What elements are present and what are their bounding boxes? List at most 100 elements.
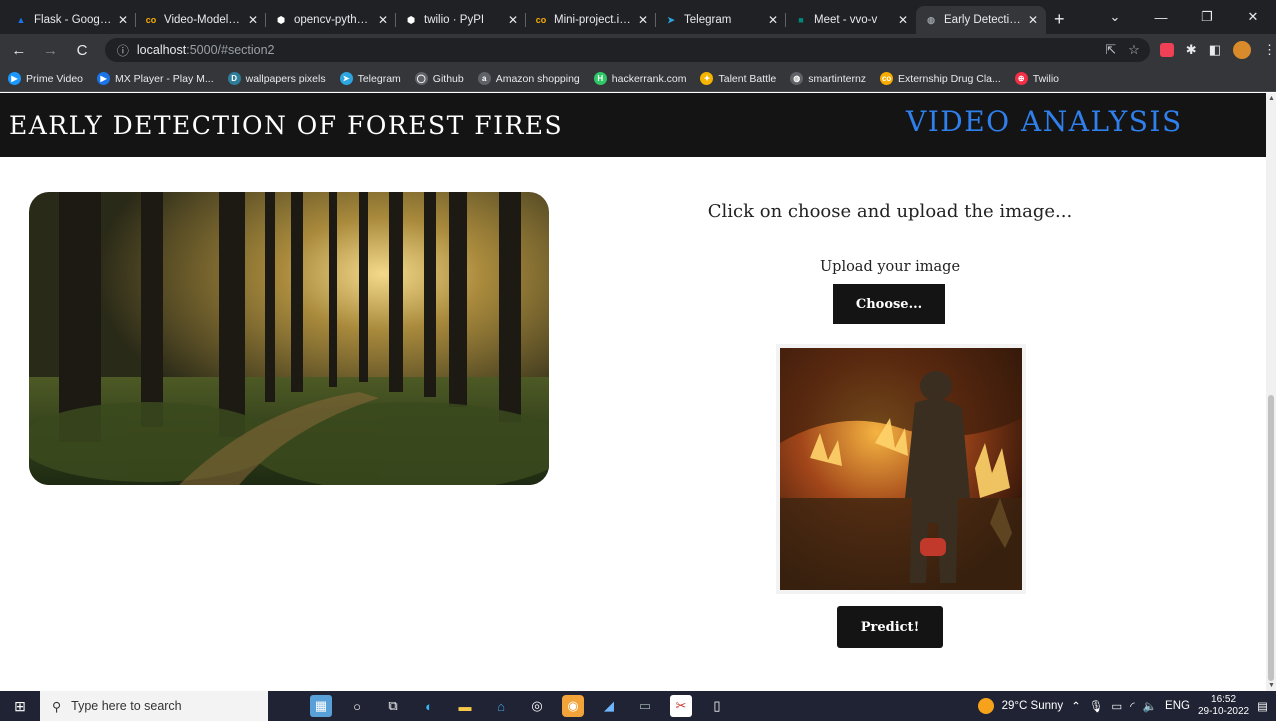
dell-icon[interactable]: ◎ [526,695,548,717]
snipping-tool-icon[interactable]: ✂ [670,695,692,717]
store-icon[interactable]: ⌂ [490,695,512,717]
close-tab-icon[interactable]: ✕ [248,13,258,27]
bookmark-item[interactable]: ◯ Github [414,72,464,85]
scroll-down-arrow-icon[interactable]: ▼ [1268,682,1275,689]
edge-icon[interactable]: ◐ [418,695,440,717]
browser-tab-label: Telegram [684,14,732,26]
bookmark-item[interactable]: ➤ Telegram [339,72,401,85]
widgets-icon[interactable]: ▦ [310,695,332,717]
share-icon[interactable]: ⇱ [1105,42,1116,58]
browser-menu-icon[interactable]: ⋮ [1263,42,1276,58]
browser-tab[interactable]: ▲ Flask - Google Dr ✕ [6,6,136,34]
windows-start-icon[interactable]: ⊞ [0,698,40,715]
bookmarks-bar: ▶ Prime Video ▶ MX Player - Play M... Dwallp… [0,66,1276,92]
bookmark-label: hackerrank.com [611,72,687,85]
bookmark-item[interactable]: ▶ Prime Video [8,72,83,85]
pypi-icon: ⬢ [277,14,285,25]
twilio-icon: ⊕ [1014,72,1028,85]
close-tab-icon[interactable]: ✕ [378,13,388,27]
github-icon: ◯ [414,72,428,85]
minimize-button[interactable]: — [1138,10,1184,25]
uploaded-image-preview [776,344,1026,594]
url-host: localhost [136,43,187,57]
reload-icon[interactable]: C [69,42,95,59]
page-title: EARLY DETECTION OF FOREST FIRES [9,111,564,140]
weather-sun-icon[interactable] [977,698,994,714]
browser-tab-label: Meet - vvo-v [814,14,878,26]
pypi-icon: ⬢ [407,14,415,25]
bookmark-star-icon[interactable]: ☆ [1128,42,1140,58]
address-bar[interactable]: ⓘ localhost :5000/#section2 ⇱ ☆ [104,38,1150,62]
pocket-extension-icon[interactable] [1159,43,1174,57]
extensions-puzzle-icon[interactable]: ✱ [1186,42,1197,58]
bookmark-item[interactable]: a Amazon shopping [477,72,580,85]
taskbar-search-box[interactable]: ⚲ Type here to search [40,691,268,721]
battery-icon[interactable]: ▭ [1111,699,1122,713]
browser-tab[interactable]: co Video-Model-Tes ✕ [136,6,266,34]
restore-button[interactable]: ❐ [1184,9,1230,25]
predict-button[interactable]: Predict! [837,606,943,648]
page-scrollbar[interactable]: ▲ ▼ [1266,93,1276,691]
upload-instruction: Click on choose and upload the image... [707,201,1073,222]
close-tab-icon[interactable]: ✕ [638,13,648,27]
bookmark-item[interactable]: ✦ Talent Battle [700,72,776,85]
notepad-icon[interactable]: ▯ [706,695,728,717]
side-panel-icon[interactable]: ◧ [1209,42,1221,58]
browser-tab[interactable]: ⬢ twilio · PyPI ✕ [396,6,526,34]
chrome-icon[interactable]: ◉ [562,695,584,717]
tab-search-icon[interactable]: ⌄ [1092,9,1138,25]
bookmark-item[interactable]: ▶ MX Player - Play M... [97,72,214,85]
bookmark-label: wallpapers pixels [245,72,326,85]
volume-icon[interactable]: 🔈 [1143,699,1157,713]
colab-icon: co [145,15,157,25]
bookmark-item[interactable]: ◍ smartinternz [790,72,866,85]
bookmark-item[interactable]: co Externship Drug Cla... [880,72,1001,85]
browser-tab[interactable]: ⬢ opencv-python - ✕ [266,6,396,34]
language-indicator[interactable]: ENG [1165,700,1190,712]
bookmark-label: Externship Drug Cla... [898,72,1001,85]
notifications-icon[interactable]: ▤ [1257,699,1268,713]
site-info-icon[interactable]: ⓘ [117,42,129,59]
bookmark-label: smartinternz [808,72,867,85]
cortana-icon[interactable]: ○ [346,695,368,717]
browser-tab-label: Mini-project.ipyn [554,14,632,26]
system-tray: 29°C Sunny ⌃ 🎙 ▭ ◜ 🔈 ENG 16:52 29-10-202… [977,694,1276,718]
browser-tab[interactable]: co Mini-project.ipyn ✕ [526,6,656,34]
file-explorer-icon[interactable]: ▬ [454,695,476,717]
browser-tab[interactable]: ➤ Telegram ✕ [656,6,786,34]
choose-file-button[interactable]: Choose... [833,284,945,324]
video-analysis-link[interactable]: VIDEO ANALYSIS [906,105,1183,138]
bookmark-item[interactable]: Hhackerrank.com [593,72,687,85]
clock[interactable]: 16:52 29-10-2022 [1198,694,1249,718]
terminal-icon[interactable]: ▭ [634,695,656,717]
close-window-button[interactable]: ✕ [1230,9,1276,25]
scroll-up-arrow-icon[interactable]: ▲ [1268,95,1275,102]
clock-time: 16:52 [1211,694,1237,705]
weather-text[interactable]: 29°C Sunny [1002,700,1064,712]
browser-tab[interactable]: ■ Meet - vvo-v ✕ [786,6,916,34]
close-tab-icon[interactable]: ✕ [1028,13,1038,27]
browser-tab[interactable]: ◍ Early Detection o ✕ [916,6,1046,34]
scrollbar-thumb[interactable] [1268,395,1274,681]
telegram-icon: ➤ [339,72,353,85]
app-icon[interactable]: ◢ [598,695,620,717]
new-tab-button[interactable]: + [1054,6,1065,34]
talent-battle-icon: ✦ [700,72,714,85]
browser-tab-strip: ▲ Flask - Google Dr ✕ co Video-Model-Tes ✕ ⬢ op… [0,0,1276,34]
bookmark-item[interactable]: ⊕ Twilio [1014,72,1059,85]
back-arrow-icon[interactable]: ← [6,42,32,59]
microphone-icon[interactable]: 🎙 [1089,699,1104,713]
wifi-icon[interactable]: ◜ [1130,699,1134,713]
close-tab-icon[interactable]: ✕ [508,13,518,27]
profile-avatar[interactable] [1233,41,1251,59]
bookmark-label: Prime Video [26,72,84,85]
close-tab-icon[interactable]: ✕ [898,13,908,27]
close-tab-icon[interactable]: ✕ [768,13,778,27]
close-tab-icon[interactable]: ✕ [118,13,128,27]
forward-arrow-icon[interactable]: → [38,42,64,59]
task-view-icon[interactable]: ⧉ [382,695,404,717]
upload-label: Upload your image [819,259,961,275]
tray-chevron-icon[interactable]: ⌃ [1071,699,1081,713]
bookmark-label: Amazon shopping [495,72,580,85]
bookmark-item[interactable]: Dwallpapers pixels [227,72,326,85]
